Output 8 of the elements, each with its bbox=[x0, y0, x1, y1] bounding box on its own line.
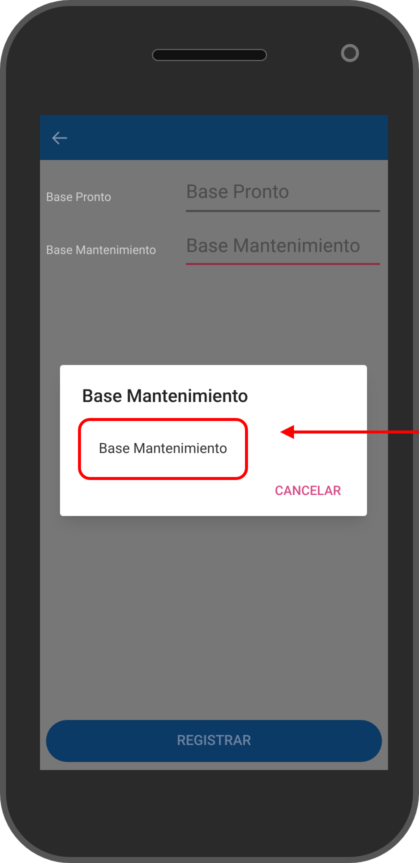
back-arrow-icon[interactable] bbox=[52, 130, 68, 144]
field-label: Base Mantenimiento bbox=[46, 242, 158, 259]
field-label: Base Pronto bbox=[46, 188, 112, 206]
camera-icon bbox=[341, 44, 359, 62]
cancel-button[interactable]: CANCELAR bbox=[270, 482, 345, 502]
dialog-title: Base Mantenimiento bbox=[82, 385, 250, 409]
register-button[interactable]: REGISTRAR bbox=[46, 720, 382, 762]
dialog-option[interactable]: Base Mantenimiento bbox=[78, 418, 248, 480]
